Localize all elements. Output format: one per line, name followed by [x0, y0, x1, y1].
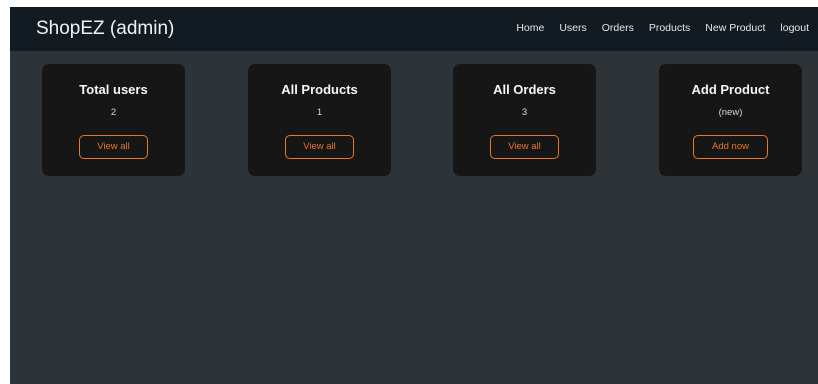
card-title: All Orders: [493, 82, 556, 97]
brand-title[interactable]: ShopEZ (admin): [36, 16, 174, 42]
card-value: 1: [316, 107, 323, 118]
add-product-button[interactable]: Add now: [693, 135, 768, 159]
app-container: ShopEZ (admin) Home Users Orders Product…: [10, 7, 818, 384]
card-all-orders: All Orders 3 View all: [453, 64, 596, 176]
nav-link-users[interactable]: Users: [559, 21, 586, 35]
nav-link-home[interactable]: Home: [516, 21, 544, 35]
navbar: ShopEZ (admin) Home Users Orders Product…: [10, 7, 818, 51]
nav-link-logout[interactable]: logout: [780, 21, 809, 35]
card-all-products: All Products 1 View all: [248, 64, 391, 176]
card-title: All Products: [281, 82, 358, 97]
card-value: (new): [718, 107, 743, 118]
card-title: Total users: [79, 82, 148, 97]
card-value: 3: [521, 107, 528, 118]
card-value: 2: [110, 107, 117, 118]
card-title: Add Product: [691, 82, 770, 97]
nav-link-products[interactable]: Products: [649, 21, 690, 35]
view-all-orders-button[interactable]: View all: [490, 135, 559, 159]
view-all-users-button[interactable]: View all: [79, 135, 148, 159]
nav-link-orders[interactable]: Orders: [602, 21, 634, 35]
card-total-users: Total users 2 View all: [42, 64, 185, 176]
nav-links: Home Users Orders Products New Product l…: [501, 21, 809, 35]
view-all-products-button[interactable]: View all: [285, 135, 354, 159]
nav-link-new-product[interactable]: New Product: [705, 21, 765, 35]
card-add-product: Add Product (new) Add now: [659, 64, 802, 176]
